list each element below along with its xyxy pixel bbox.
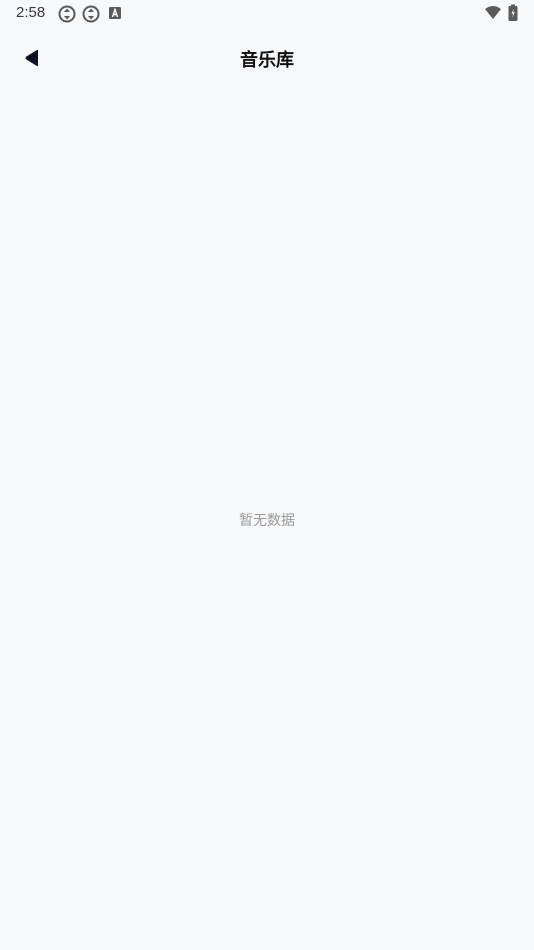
sync-icon: [58, 5, 76, 23]
status-time: 2:58: [16, 4, 46, 21]
battery-icon: [508, 4, 518, 21]
status-bar: 2:58: [0, 0, 534, 28]
keyboard-a-icon: [109, 7, 121, 19]
sync-icon: [82, 5, 100, 23]
nav-bar: 音乐库: [0, 36, 534, 80]
wifi-icon: [485, 6, 501, 19]
page-title: 音乐库: [240, 50, 294, 71]
empty-state-text: 暂无数据: [239, 513, 295, 529]
